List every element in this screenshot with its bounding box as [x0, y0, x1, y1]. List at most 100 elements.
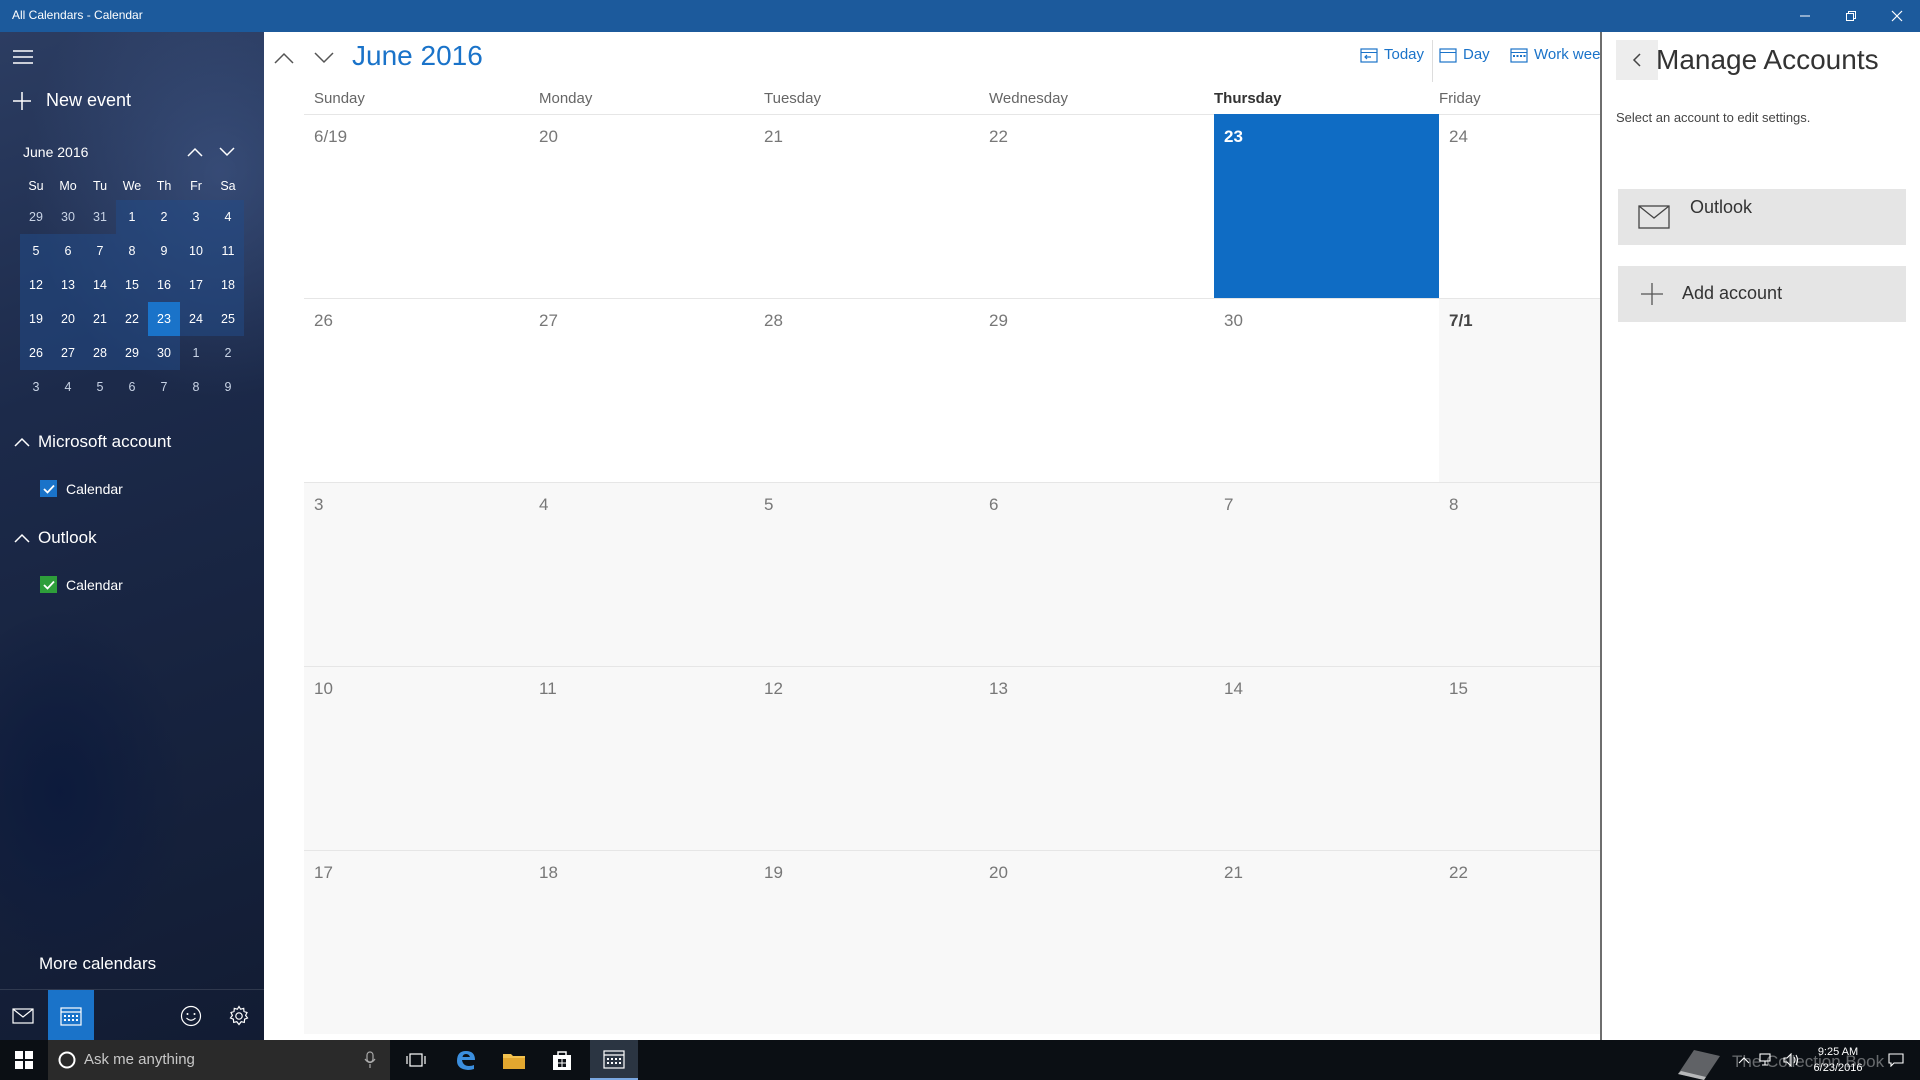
volume-button[interactable]: [1780, 1040, 1802, 1080]
mini-calendar-day[interactable]: 11: [212, 234, 244, 268]
mini-calendar-day[interactable]: 19: [20, 302, 52, 336]
mini-calendar-day[interactable]: 3: [180, 200, 212, 234]
account-card-outlook[interactable]: Outlook: [1618, 189, 1906, 245]
network-button[interactable]: [1756, 1040, 1778, 1080]
day-cell[interactable]: 3: [304, 482, 529, 666]
mini-calendar-day[interactable]: 4: [212, 200, 244, 234]
day-cell[interactable]: 13: [979, 666, 1214, 850]
day-cell[interactable]: 11: [529, 666, 754, 850]
mini-calendar-day[interactable]: 30: [52, 200, 84, 234]
mini-calendar-day[interactable]: 1: [116, 200, 148, 234]
day-view-button[interactable]: Day: [1439, 46, 1490, 63]
mini-calendar-day[interactable]: 29: [20, 200, 52, 234]
calendar-item-microsoft[interactable]: Calendar: [40, 480, 123, 497]
more-calendars-link[interactable]: More calendars: [39, 954, 156, 974]
day-cell[interactable]: 21: [1214, 850, 1439, 1034]
mini-calendar-day[interactable]: 5: [84, 370, 116, 404]
close-button[interactable]: [1874, 0, 1920, 32]
mini-calendar-day[interactable]: 25: [212, 302, 244, 336]
day-cell[interactable]: 21: [754, 114, 979, 298]
day-cell[interactable]: 5: [754, 482, 979, 666]
search-box[interactable]: Ask me anything: [48, 1040, 390, 1080]
action-center-button[interactable]: [1876, 1040, 1916, 1080]
edge-browser-button[interactable]: [442, 1040, 490, 1080]
day-cell[interactable]: 22: [1439, 850, 1600, 1034]
today-button[interactable]: Today: [1360, 46, 1424, 63]
mini-calendar-next-button[interactable]: [215, 140, 239, 164]
previous-month-button[interactable]: [270, 44, 298, 72]
month-title[interactable]: June 2016: [352, 40, 483, 72]
day-cell[interactable]: 20: [979, 850, 1214, 1034]
mini-calendar-day[interactable]: 4: [52, 370, 84, 404]
day-cell[interactable]: 6/19: [304, 114, 529, 298]
mini-calendar-day[interactable]: 22: [116, 302, 148, 336]
hamburger-menu-button[interactable]: [10, 44, 36, 70]
mini-calendar-day[interactable]: 5: [20, 234, 52, 268]
account-header-microsoft[interactable]: Microsoft account: [14, 432, 171, 452]
day-cell[interactable]: 12: [754, 666, 979, 850]
day-cell[interactable]: 15: [1439, 666, 1600, 850]
day-cell[interactable]: 10: [304, 666, 529, 850]
mini-calendar-day[interactable]: 2: [148, 200, 180, 234]
day-cell[interactable]: 28: [754, 298, 979, 482]
file-explorer-button[interactable]: [490, 1040, 538, 1080]
show-hidden-icons-button[interactable]: [1734, 1040, 1754, 1080]
mini-calendar-day[interactable]: 6: [52, 234, 84, 268]
day-cell[interactable]: 8: [1439, 482, 1600, 666]
day-cell[interactable]: 14: [1214, 666, 1439, 850]
day-cell[interactable]: 7/1: [1439, 298, 1600, 482]
mini-calendar-prev-button[interactable]: [183, 140, 207, 164]
mini-calendar-day[interactable]: 8: [180, 370, 212, 404]
mini-calendar-day[interactable]: 31: [84, 200, 116, 234]
mini-calendar-day[interactable]: 7: [84, 234, 116, 268]
store-button[interactable]: [538, 1040, 586, 1080]
back-button[interactable]: [1616, 40, 1658, 80]
day-cell[interactable]: 6: [979, 482, 1214, 666]
account-header-outlook[interactable]: Outlook: [14, 528, 97, 548]
checkbox-checked-icon[interactable]: [40, 576, 57, 593]
add-account-button[interactable]: Add account: [1618, 266, 1906, 322]
next-month-button[interactable]: [310, 44, 338, 72]
day-cell[interactable]: 17: [304, 850, 529, 1034]
mini-calendar-day[interactable]: 8: [116, 234, 148, 268]
mini-calendar-day[interactable]: 9: [148, 234, 180, 268]
mini-calendar-day[interactable]: 26: [20, 336, 52, 370]
calendar-taskbar-button[interactable]: [590, 1040, 638, 1080]
mini-calendar-day[interactable]: 14: [84, 268, 116, 302]
mini-calendar-day[interactable]: 9: [212, 370, 244, 404]
mini-calendar-day[interactable]: 3: [20, 370, 52, 404]
mail-button[interactable]: [0, 990, 46, 1041]
mini-calendar-day[interactable]: 28: [84, 336, 116, 370]
day-cell[interactable]: 26: [304, 298, 529, 482]
start-button[interactable]: [0, 1040, 48, 1080]
clock[interactable]: 9:25 AM 6/23/2016: [1802, 1044, 1874, 1076]
mini-calendar-day[interactable]: 21: [84, 302, 116, 336]
task-view-button[interactable]: [392, 1040, 440, 1080]
mini-calendar-day[interactable]: 12: [20, 268, 52, 302]
mini-calendar-day[interactable]: 6: [116, 370, 148, 404]
mini-calendar-day[interactable]: 27: [52, 336, 84, 370]
day-cell[interactable]: 18: [529, 850, 754, 1034]
mini-calendar-day[interactable]: 10: [180, 234, 212, 268]
mini-calendar-day[interactable]: 7: [148, 370, 180, 404]
day-cell[interactable]: 19: [754, 850, 979, 1034]
day-cell[interactable]: 30: [1214, 298, 1439, 482]
mini-calendar-day[interactable]: 24: [180, 302, 212, 336]
restore-button[interactable]: [1828, 0, 1874, 32]
mini-calendar-title[interactable]: June 2016: [23, 144, 88, 160]
new-event-button[interactable]: New event: [12, 90, 131, 111]
day-cell[interactable]: 22: [979, 114, 1214, 298]
day-cell[interactable]: 7: [1214, 482, 1439, 666]
day-cell[interactable]: 29: [979, 298, 1214, 482]
settings-button[interactable]: [216, 990, 262, 1041]
mini-calendar-day[interactable]: 2: [212, 336, 244, 370]
mini-calendar-day[interactable]: 20: [52, 302, 84, 336]
work-week-view-button[interactable]: Work week: [1510, 46, 1600, 63]
checkbox-checked-icon[interactable]: [40, 480, 57, 497]
day-cell[interactable]: 24: [1439, 114, 1600, 298]
mini-calendar-day[interactable]: 17: [180, 268, 212, 302]
day-cell[interactable]: 4: [529, 482, 754, 666]
mini-calendar-day[interactable]: 29: [116, 336, 148, 370]
day-cell[interactable]: 20: [529, 114, 754, 298]
mini-calendar-day[interactable]: 30: [148, 336, 180, 370]
